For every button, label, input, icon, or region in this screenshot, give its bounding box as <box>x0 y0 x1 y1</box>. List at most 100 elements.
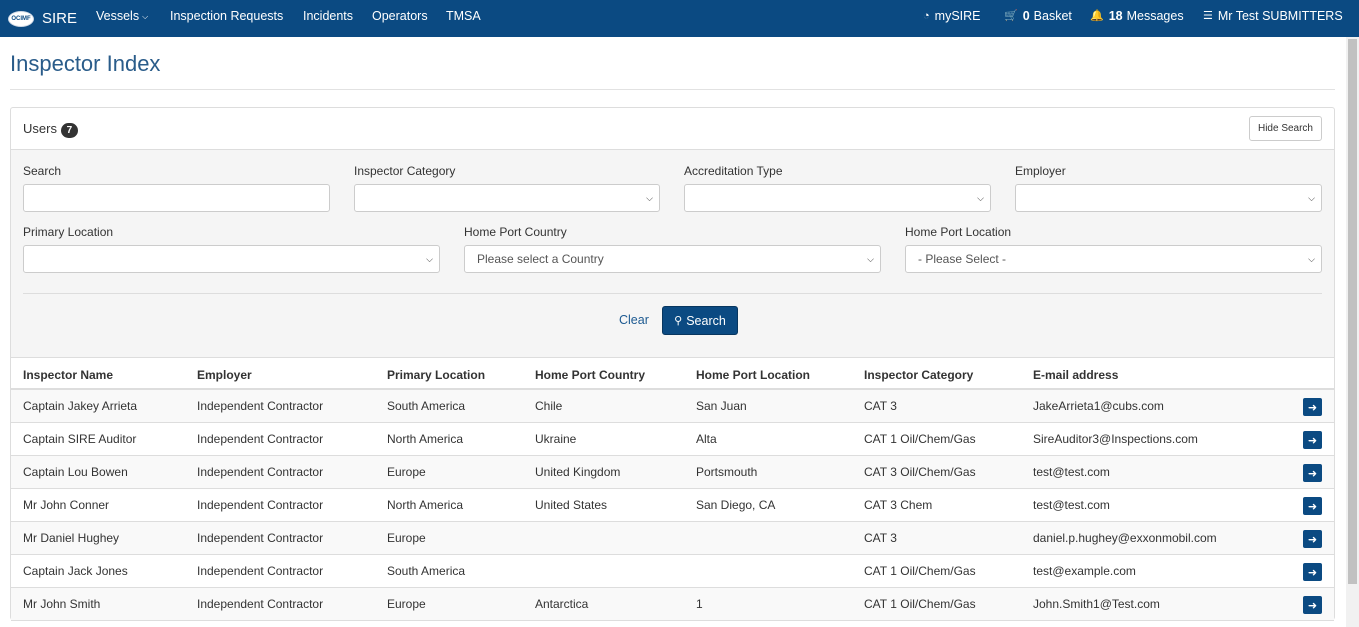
nav-mysire[interactable]: ◔ mySIRE <box>923 0 981 33</box>
nav-user-menu[interactable]: ☰ Mr Test SUBMITTERS <box>1203 0 1343 33</box>
cell-email: SireAuditor3@Inspections.com <box>1033 432 1198 446</box>
column-header-inspector-category[interactable]: Inspector Category <box>864 368 973 382</box>
nav-vessels[interactable]: Vessels ⌵ <box>96 0 148 33</box>
column-header-primary-location[interactable]: Primary Location <box>387 368 485 382</box>
cell-home-port-location: San Diego, CA <box>696 498 776 512</box>
column-header-home-port-location[interactable]: Home Port Location <box>696 368 810 382</box>
cell-employer: Independent Contractor <box>197 531 324 545</box>
nav-inspection-requests[interactable]: Inspection Requests <box>170 0 283 33</box>
inspector-category-select[interactable]: ⌵ <box>354 184 660 212</box>
chevron-down-icon: ⌵ <box>142 12 149 21</box>
cell-inspector-category: CAT 1 Oil/Chem/Gas <box>864 432 976 446</box>
cell-home-port-location: San Juan <box>696 399 747 413</box>
nav-tmsa[interactable]: TMSA <box>446 0 481 33</box>
cell-employer: Independent Contractor <box>197 564 324 578</box>
nav-incidents-label: Incidents <box>303 9 354 23</box>
chevron-down-icon: ⌵ <box>1308 254 1315 264</box>
search-label: Search <box>23 164 62 178</box>
hide-search-button[interactable]: Hide Search <box>1248 116 1322 141</box>
open-arrow-icon[interactable]: ➜ <box>1303 398 1322 416</box>
cell-inspector-name: Mr Daniel Hughey <box>23 531 120 545</box>
table-row[interactable]: Captain Jack Jones Independent Contracto… <box>11 555 1334 588</box>
accreditation-type-label: Accreditation Type <box>684 164 783 178</box>
column-header-email[interactable]: E-mail address <box>1033 368 1118 382</box>
table-header: Inspector Name Employer Primary Location… <box>11 359 1334 390</box>
employer-label: Employer <box>1015 164 1066 178</box>
home-port-location-value: - Please Select - <box>918 252 1007 266</box>
open-arrow-icon[interactable]: ➜ <box>1303 497 1322 515</box>
cell-email: test@test.com <box>1033 465 1110 479</box>
users-panel: Users 7 Hide Search Search Inspector Cate… <box>10 107 1335 621</box>
nav-mysire-label: mySIRE <box>934 9 981 23</box>
column-header-employer[interactable]: Employer <box>197 368 252 382</box>
search-button[interactable]: ⚲ Search <box>662 306 738 335</box>
table-row[interactable]: Captain Lou Bowen Independent Contractor… <box>11 456 1334 489</box>
table-row[interactable]: Mr Daniel Hughey Independent Contractor … <box>11 522 1334 555</box>
nav-messages[interactable]: 🔔 18 Messages <box>1090 0 1184 33</box>
nav-messages-label: Messages <box>1126 9 1184 23</box>
basket-count: 0 <box>1022 9 1030 23</box>
open-arrow-icon[interactable]: ➜ <box>1303 530 1322 548</box>
cell-inspector-category: CAT 3 <box>864 399 897 413</box>
nav-basket[interactable]: 🛒 0 Basket <box>1004 0 1072 33</box>
search-form: Search Inspector Category ⌵ Accreditatio… <box>11 150 1334 358</box>
menu-icon: ☰ <box>1203 10 1213 22</box>
nav-inspection-requests-label: Inspection Requests <box>170 9 284 23</box>
home-port-country-value: Please select a Country <box>477 252 604 266</box>
nav-operators[interactable]: Operators <box>372 0 428 33</box>
scrollbar-thumb[interactable] <box>1348 39 1357 584</box>
chevron-down-icon: ⌵ <box>867 254 874 264</box>
brand[interactable]: OCIMF SIRE <box>8 0 77 37</box>
open-arrow-icon[interactable]: ➜ <box>1303 596 1322 614</box>
inspector-category-label: Inspector Category <box>354 164 456 178</box>
home-port-location-select[interactable]: - Please Select - ⌵ <box>905 245 1322 273</box>
ocimf-logo: OCIMF <box>8 10 34 27</box>
open-arrow-icon[interactable]: ➜ <box>1303 431 1322 449</box>
cell-inspector-name: Mr John Smith <box>23 597 101 611</box>
bell-icon: 🔔 <box>1090 10 1104 22</box>
chevron-down-icon: ⌵ <box>977 193 984 203</box>
table-row[interactable]: Captain Jakey Arrieta Independent Contra… <box>11 390 1334 423</box>
search-divider <box>23 293 1322 294</box>
cell-email: test@test.com <box>1033 498 1110 512</box>
primary-location-select[interactable]: ⌵ <box>23 245 440 273</box>
column-header-home-port-country[interactable]: Home Port Country <box>535 368 645 382</box>
table-row[interactable]: Mr John Conner Independent Contractor No… <box>11 489 1334 522</box>
cell-inspector-category: CAT 1 Oil/Chem/Gas <box>864 597 976 611</box>
nav-operators-label: Operators <box>372 9 428 23</box>
page-title: Inspector Index <box>10 51 161 76</box>
accreditation-type-select[interactable]: ⌵ <box>684 184 991 212</box>
vertical-scrollbar[interactable] <box>1346 37 1359 627</box>
open-arrow-icon[interactable]: ➜ <box>1303 464 1322 482</box>
cell-employer: Independent Contractor <box>197 465 324 479</box>
clear-button[interactable]: Clear <box>619 313 649 327</box>
cell-inspector-category: CAT 3 Chem <box>864 498 933 512</box>
cell-home-port-location: Portsmouth <box>696 465 758 479</box>
cell-home-port-country: United States <box>535 498 608 512</box>
chevron-down-icon: ⌵ <box>646 193 653 203</box>
column-header-inspector-name[interactable]: Inspector Name <box>23 368 113 382</box>
nav-incidents[interactable]: Incidents <box>303 0 353 33</box>
panel-title: Users 7 <box>23 121 78 138</box>
cell-inspector-category: CAT 3 Oil/Chem/Gas <box>864 465 976 479</box>
panel-header: Users 7 Hide Search <box>11 108 1334 150</box>
employer-select[interactable]: ⌵ <box>1015 184 1322 212</box>
cell-home-port-country: Ukraine <box>535 432 577 446</box>
panel-title-label: Users <box>23 121 57 136</box>
cell-home-port-country: Antarctica <box>535 597 589 611</box>
cell-employer: Independent Contractor <box>197 432 324 446</box>
cell-primary-location: Europe <box>387 531 426 545</box>
cell-inspector-name: Captain SIRE Auditor <box>23 432 137 446</box>
cell-primary-location: South America <box>387 564 466 578</box>
open-arrow-icon[interactable]: ➜ <box>1303 563 1322 581</box>
home-port-country-label: Home Port Country <box>464 225 567 239</box>
home-port-location-label: Home Port Location <box>905 225 1012 239</box>
nav-user-label: Mr Test SUBMITTERS <box>1217 9 1343 23</box>
cell-primary-location: Europe <box>387 465 426 479</box>
home-port-country-select[interactable]: Please select a Country ⌵ <box>464 245 881 273</box>
table-row[interactable]: Mr John Smith Independent Contractor Eur… <box>11 588 1334 621</box>
brand-name: SIRE <box>42 10 78 27</box>
chevron-down-icon: ⌵ <box>426 254 433 264</box>
table-row[interactable]: Captain SIRE Auditor Independent Contrac… <box>11 423 1334 456</box>
search-input[interactable] <box>23 184 330 212</box>
